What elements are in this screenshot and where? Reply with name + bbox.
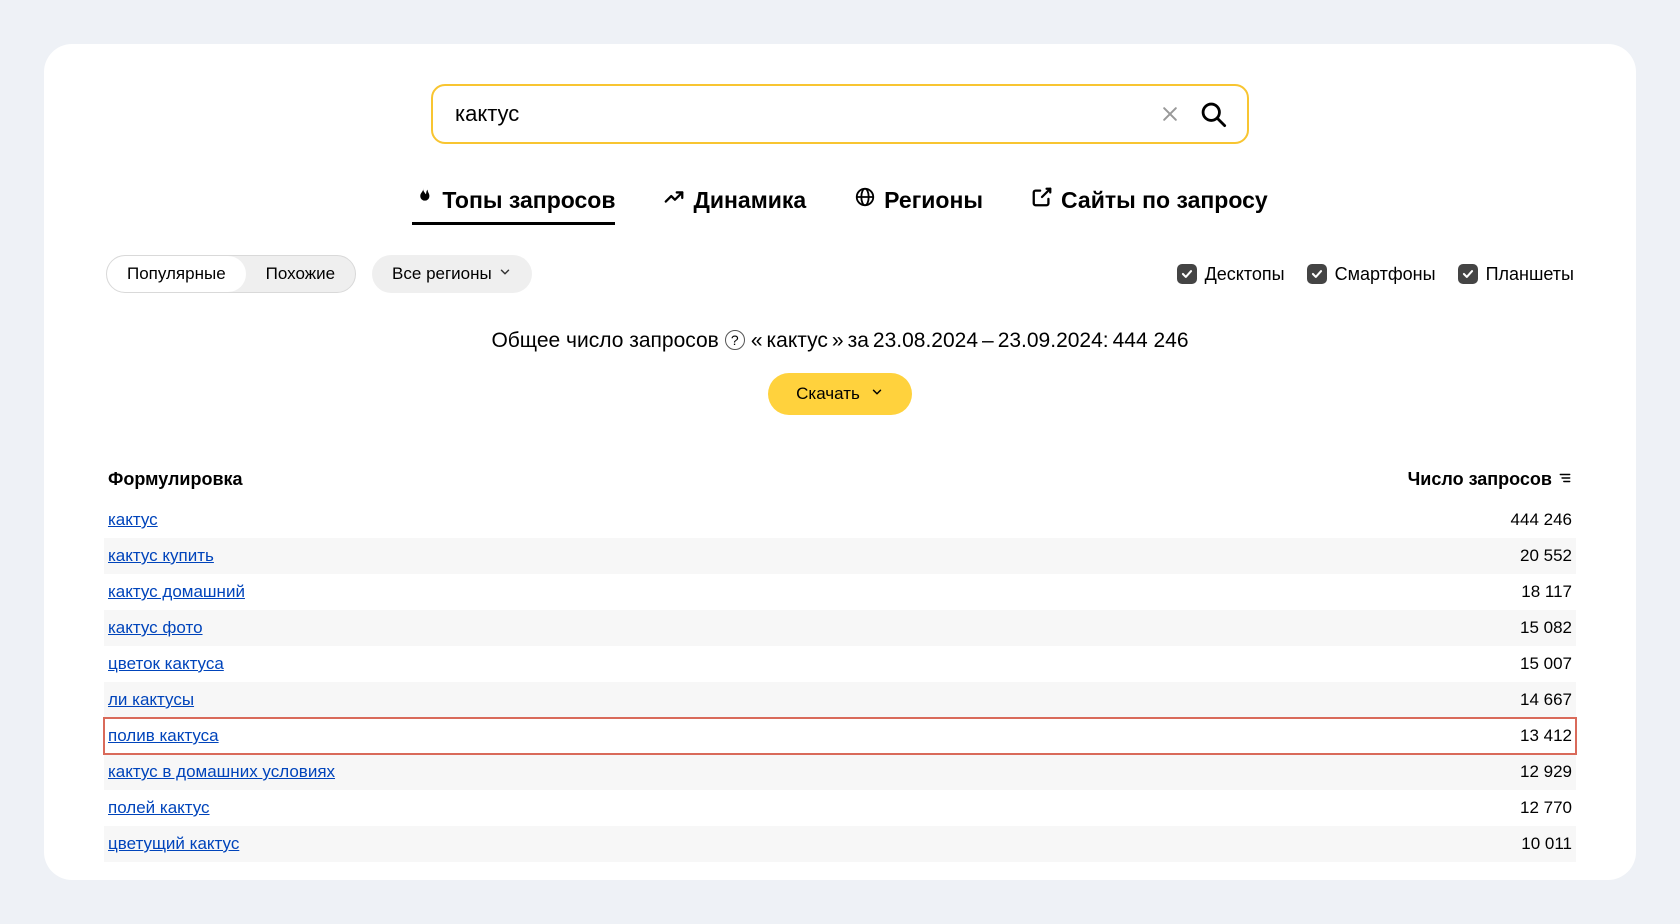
table-row: цветок кактуса15 007 bbox=[104, 646, 1576, 682]
query-count: 15 007 bbox=[1392, 654, 1572, 674]
query-link[interactable]: полей кактус bbox=[108, 798, 1392, 818]
flame-icon bbox=[412, 186, 434, 214]
query-count: 15 082 bbox=[1392, 618, 1572, 638]
sort-desc-icon bbox=[1558, 469, 1572, 490]
summary-term: кактус bbox=[767, 329, 828, 353]
header-count-label: Число запросов bbox=[1408, 469, 1552, 490]
tab-regions[interactable]: Регионы bbox=[854, 186, 983, 225]
table-row: кактус домашний18 117 bbox=[104, 574, 1576, 610]
search-icon[interactable] bbox=[1197, 98, 1229, 130]
summary-term-open: « bbox=[751, 329, 763, 353]
tab-label: Сайты по запросу bbox=[1061, 187, 1268, 214]
search-input[interactable] bbox=[455, 101, 1157, 127]
tab-label: Топы запросов bbox=[442, 187, 615, 214]
summary-prefix: Общее число запросов bbox=[491, 329, 718, 353]
filters-row: Популярные Похожие Все регионы Десктопы … bbox=[104, 255, 1576, 293]
segment-similar[interactable]: Похожие bbox=[246, 256, 355, 292]
trend-icon bbox=[663, 186, 685, 214]
search-box bbox=[431, 84, 1249, 144]
checkbox-icon bbox=[1307, 264, 1327, 284]
table-row: полей кактус12 770 bbox=[104, 790, 1576, 826]
summary-term-close: » bbox=[832, 329, 844, 353]
summary-za: за bbox=[848, 329, 869, 353]
device-checks: Десктопы Смартфоны Планшеты bbox=[1177, 264, 1574, 285]
query-link[interactable]: полив кактуса bbox=[108, 726, 1392, 746]
table-row: кактус фото15 082 bbox=[104, 610, 1576, 646]
region-label: Все регионы bbox=[392, 264, 492, 284]
segment-popular[interactable]: Популярные bbox=[107, 256, 246, 292]
clear-icon[interactable] bbox=[1157, 101, 1183, 127]
table-header: Формулировка Число запросов bbox=[104, 469, 1576, 502]
table-row: кактус в домашних условиях12 929 bbox=[104, 754, 1576, 790]
query-link[interactable]: кактус купить bbox=[108, 546, 1392, 566]
external-icon bbox=[1031, 186, 1053, 214]
table-row: кактус444 246 bbox=[104, 502, 1576, 538]
check-label: Планшеты bbox=[1486, 264, 1574, 285]
checkbox-icon bbox=[1177, 264, 1197, 284]
table-row: цветущий кактус10 011 bbox=[104, 826, 1576, 862]
query-count: 12 929 bbox=[1392, 762, 1572, 782]
header-count[interactable]: Число запросов bbox=[1392, 469, 1572, 490]
table-row: ли кактусы14 667 bbox=[104, 682, 1576, 718]
summary-date-from: 23.08.2024 bbox=[873, 329, 978, 353]
chevron-down-icon bbox=[498, 264, 512, 284]
tab-dynamics[interactable]: Динамика bbox=[663, 186, 806, 225]
results-table: Формулировка Число запросов кактус444 24… bbox=[104, 469, 1576, 862]
summary-line: Общее число запросов ? «кактус» за 23.08… bbox=[104, 329, 1576, 353]
region-select[interactable]: Все регионы bbox=[372, 255, 532, 293]
download-label: Скачать bbox=[796, 384, 860, 404]
check-smartphone[interactable]: Смартфоны bbox=[1307, 264, 1436, 285]
table-row: полив кактуса13 412 bbox=[104, 718, 1576, 754]
globe-icon bbox=[854, 186, 876, 214]
search-container bbox=[431, 84, 1249, 144]
query-count: 14 667 bbox=[1392, 690, 1572, 710]
summary-dash: – bbox=[982, 329, 994, 353]
query-count: 10 011 bbox=[1392, 834, 1572, 854]
chevron-down-icon bbox=[870, 384, 884, 404]
query-count: 13 412 bbox=[1392, 726, 1572, 746]
tab-sites[interactable]: Сайты по запросу bbox=[1031, 186, 1268, 225]
help-icon[interactable]: ? bbox=[725, 330, 745, 350]
query-link[interactable]: ли кактусы bbox=[108, 690, 1392, 710]
table-body: кактус444 246кактус купить20 552кактус д… bbox=[104, 502, 1576, 862]
tabs: Топы запросов Динамика Регионы bbox=[104, 186, 1576, 225]
query-link[interactable]: кактус домашний bbox=[108, 582, 1392, 602]
table-row: кактус купить20 552 bbox=[104, 538, 1576, 574]
query-link[interactable]: цветущий кактус bbox=[108, 834, 1392, 854]
query-count: 18 117 bbox=[1392, 582, 1572, 602]
query-link[interactable]: кактус фото bbox=[108, 618, 1392, 638]
query-link[interactable]: кактус в домашних условиях bbox=[108, 762, 1392, 782]
tab-top-queries[interactable]: Топы запросов bbox=[412, 186, 615, 225]
check-desktop[interactable]: Десктопы bbox=[1177, 264, 1285, 285]
check-tablet[interactable]: Планшеты bbox=[1458, 264, 1574, 285]
header-query: Формулировка bbox=[108, 469, 1392, 490]
check-label: Десктопы bbox=[1205, 264, 1285, 285]
query-count: 444 246 bbox=[1392, 510, 1572, 530]
query-link[interactable]: цветок кактуса bbox=[108, 654, 1392, 674]
download-button[interactable]: Скачать bbox=[768, 373, 912, 415]
query-link[interactable]: кактус bbox=[108, 510, 1392, 530]
query-count: 20 552 bbox=[1392, 546, 1572, 566]
query-count: 12 770 bbox=[1392, 798, 1572, 818]
checkbox-icon bbox=[1458, 264, 1478, 284]
summary-date-to: 23.09.2024: bbox=[998, 329, 1109, 353]
check-label: Смартфоны bbox=[1335, 264, 1436, 285]
download-wrap: Скачать bbox=[104, 373, 1576, 415]
tab-label: Динамика bbox=[693, 187, 806, 214]
main-panel: Топы запросов Динамика Регионы bbox=[44, 44, 1636, 880]
summary-total: 444 246 bbox=[1113, 329, 1189, 353]
segment-control: Популярные Похожие bbox=[106, 255, 356, 293]
tab-label: Регионы bbox=[884, 187, 983, 214]
